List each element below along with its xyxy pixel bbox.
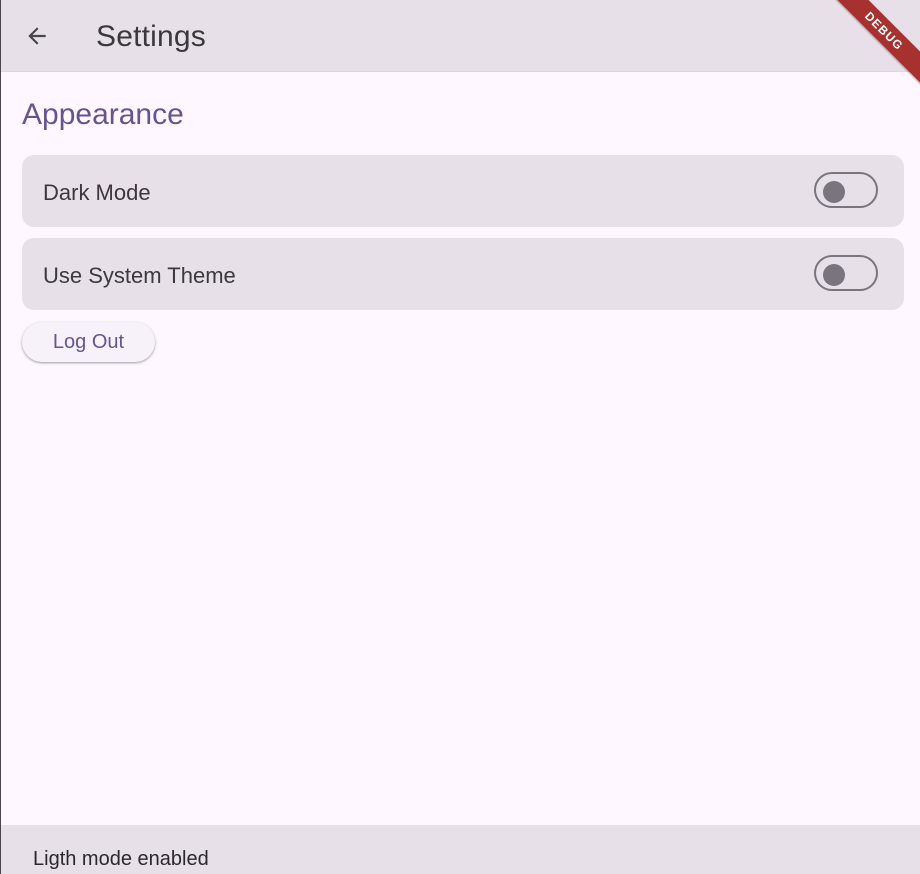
- debug-banner: DEBUG: [826, 0, 920, 89]
- log-out-button[interactable]: Log Out: [22, 322, 155, 362]
- snackbar-message: Ligth mode enabled: [33, 848, 209, 870]
- dark-mode-switch[interactable]: [814, 172, 878, 208]
- use-system-theme-switch[interactable]: [814, 255, 878, 291]
- setting-label-use-system-theme: Use System Theme: [43, 263, 236, 288]
- snackbar: Ligth mode enabled: [1, 825, 920, 874]
- setting-label-dark-mode: Dark Mode: [43, 180, 151, 205]
- switch-thumb: [823, 181, 845, 203]
- back-button[interactable]: [15, 14, 59, 58]
- arrow-back-icon: [28, 27, 46, 45]
- section-title-appearance: Appearance: [22, 98, 184, 131]
- setting-dark-mode[interactable]: Dark Mode: [22, 155, 904, 227]
- setting-use-system-theme[interactable]: Use System Theme: [22, 238, 904, 310]
- switch-thumb: [823, 264, 845, 286]
- app-window: Settings DEBUG Appearance Dark Mode Use …: [0, 0, 920, 874]
- app-bar: Settings DEBUG: [1, 0, 920, 89]
- page-title: Settings: [96, 20, 206, 53]
